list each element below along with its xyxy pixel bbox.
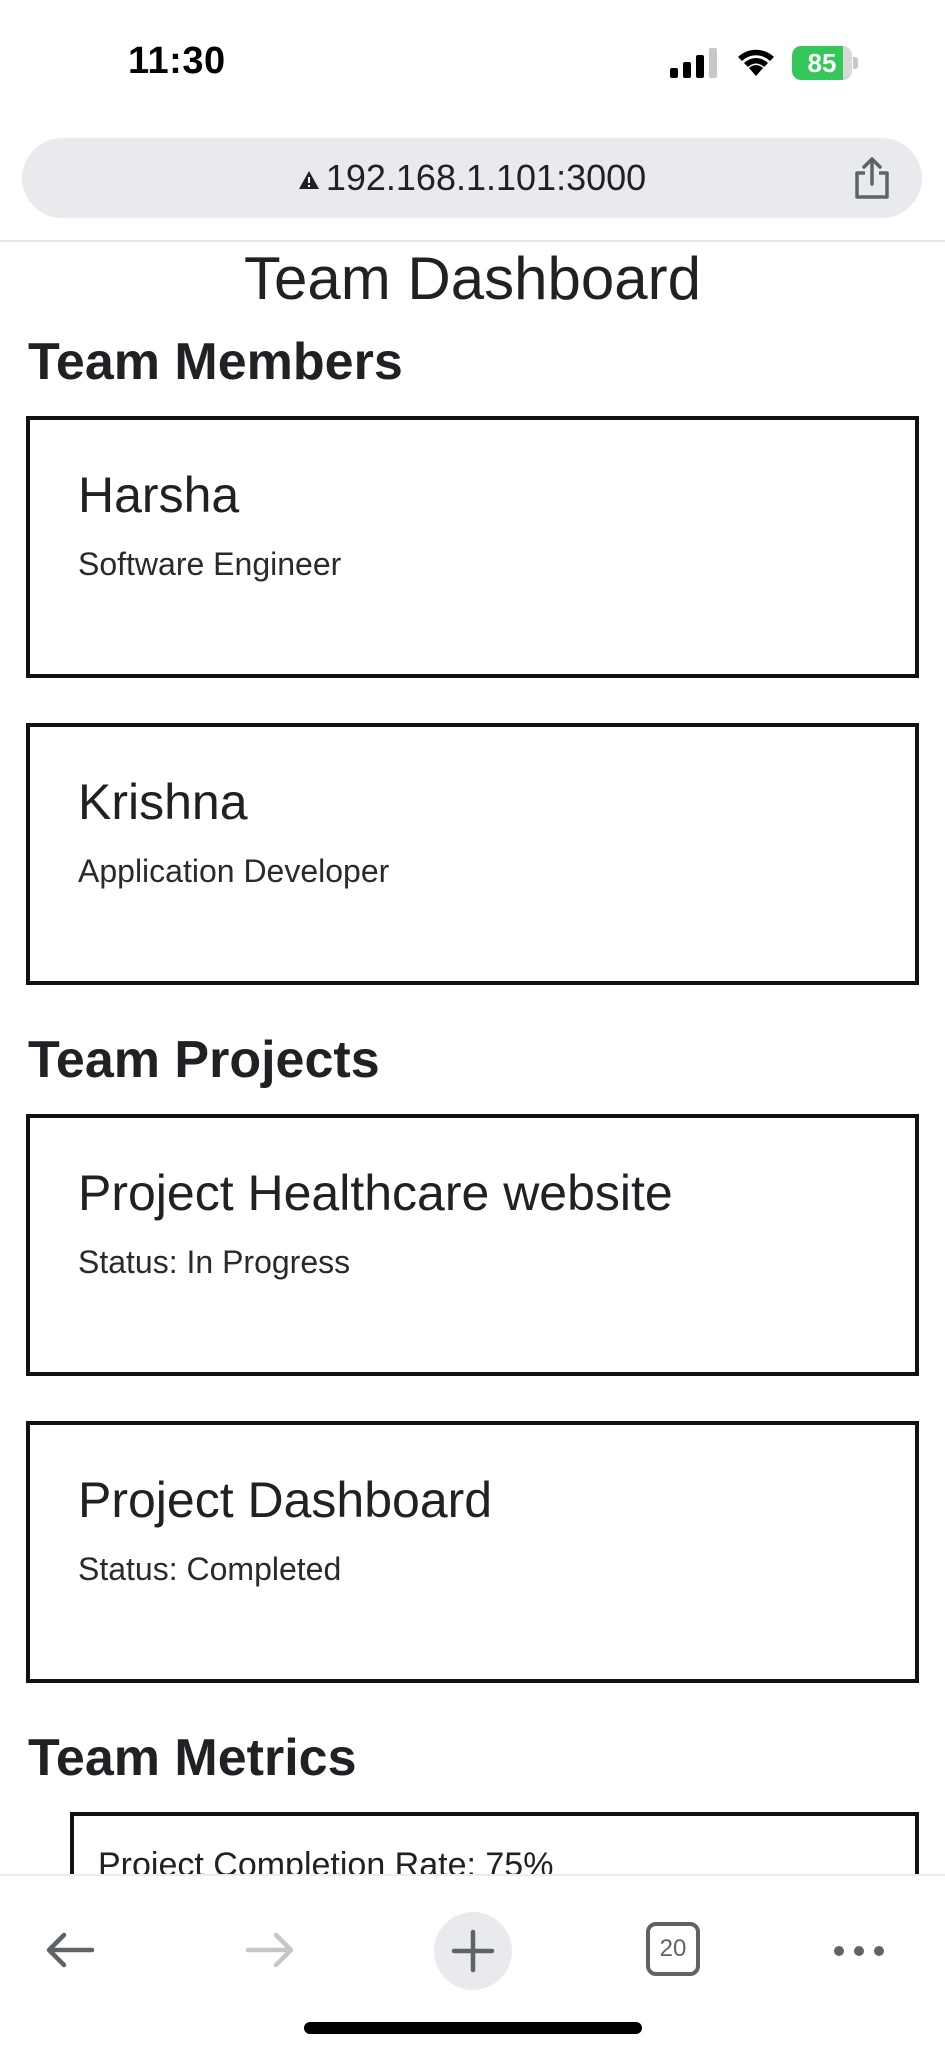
tabs-button[interactable]: 20: [646, 1922, 700, 1976]
home-indicator[interactable]: [304, 2022, 642, 2034]
project-card: Project Dashboard Status: Completed: [26, 1421, 919, 1683]
member-role: Application Developer: [78, 853, 390, 889]
project-card: Project Healthcare website Status: In Pr…: [26, 1114, 919, 1376]
project-status: Status: Completed: [78, 1551, 342, 1587]
status-bar: 11:30 85: [0, 0, 945, 130]
url-text: 192.168.1.101:3000: [325, 157, 647, 198]
metrics-heading: Team Metrics: [28, 1729, 357, 1787]
new-tab-button[interactable]: [434, 1912, 512, 1990]
metric-completion-rate: Project Completion Rate: 75%: [98, 1846, 554, 1874]
member-card: Harsha Software Engineer: [26, 416, 919, 678]
member-role: Software Engineer: [78, 546, 342, 582]
wifi-icon: [738, 49, 774, 76]
member-name: Krishna: [78, 774, 248, 830]
cellular-signal-icon: [670, 48, 717, 78]
members-heading: Team Members: [28, 333, 403, 391]
warning-triangle-icon: [298, 171, 319, 189]
forward-arrow-icon[interactable]: [240, 1920, 300, 1980]
project-status: Status: In Progress: [78, 1244, 351, 1280]
project-name: Project Dashboard: [78, 1472, 493, 1528]
plus-icon: [451, 1929, 495, 1973]
back-arrow-icon[interactable]: [40, 1920, 100, 1980]
member-name: Harsha: [78, 467, 240, 523]
more-dots-icon[interactable]: [832, 1936, 886, 1966]
project-name: Project Healthcare website: [78, 1165, 673, 1221]
battery-icon: 85: [792, 46, 858, 80]
tab-count: 20: [659, 1935, 687, 1962]
page-content[interactable]: Team Dashboard Team Members Harsha Softw…: [0, 242, 945, 1874]
battery-level: 85: [807, 48, 837, 78]
projects-heading: Team Projects: [28, 1031, 380, 1089]
share-icon[interactable]: [852, 156, 892, 200]
status-time: 11:30: [128, 40, 226, 82]
metric-card: Project Completion Rate: 75%: [70, 1812, 919, 1874]
member-card: Krishna Application Developer: [26, 723, 919, 985]
address-bar[interactable]: 192.168.1.101:3000: [22, 138, 922, 218]
page-title: Team Dashboard: [244, 245, 701, 312]
bottom-toolbar: 20: [0, 1874, 945, 2048]
